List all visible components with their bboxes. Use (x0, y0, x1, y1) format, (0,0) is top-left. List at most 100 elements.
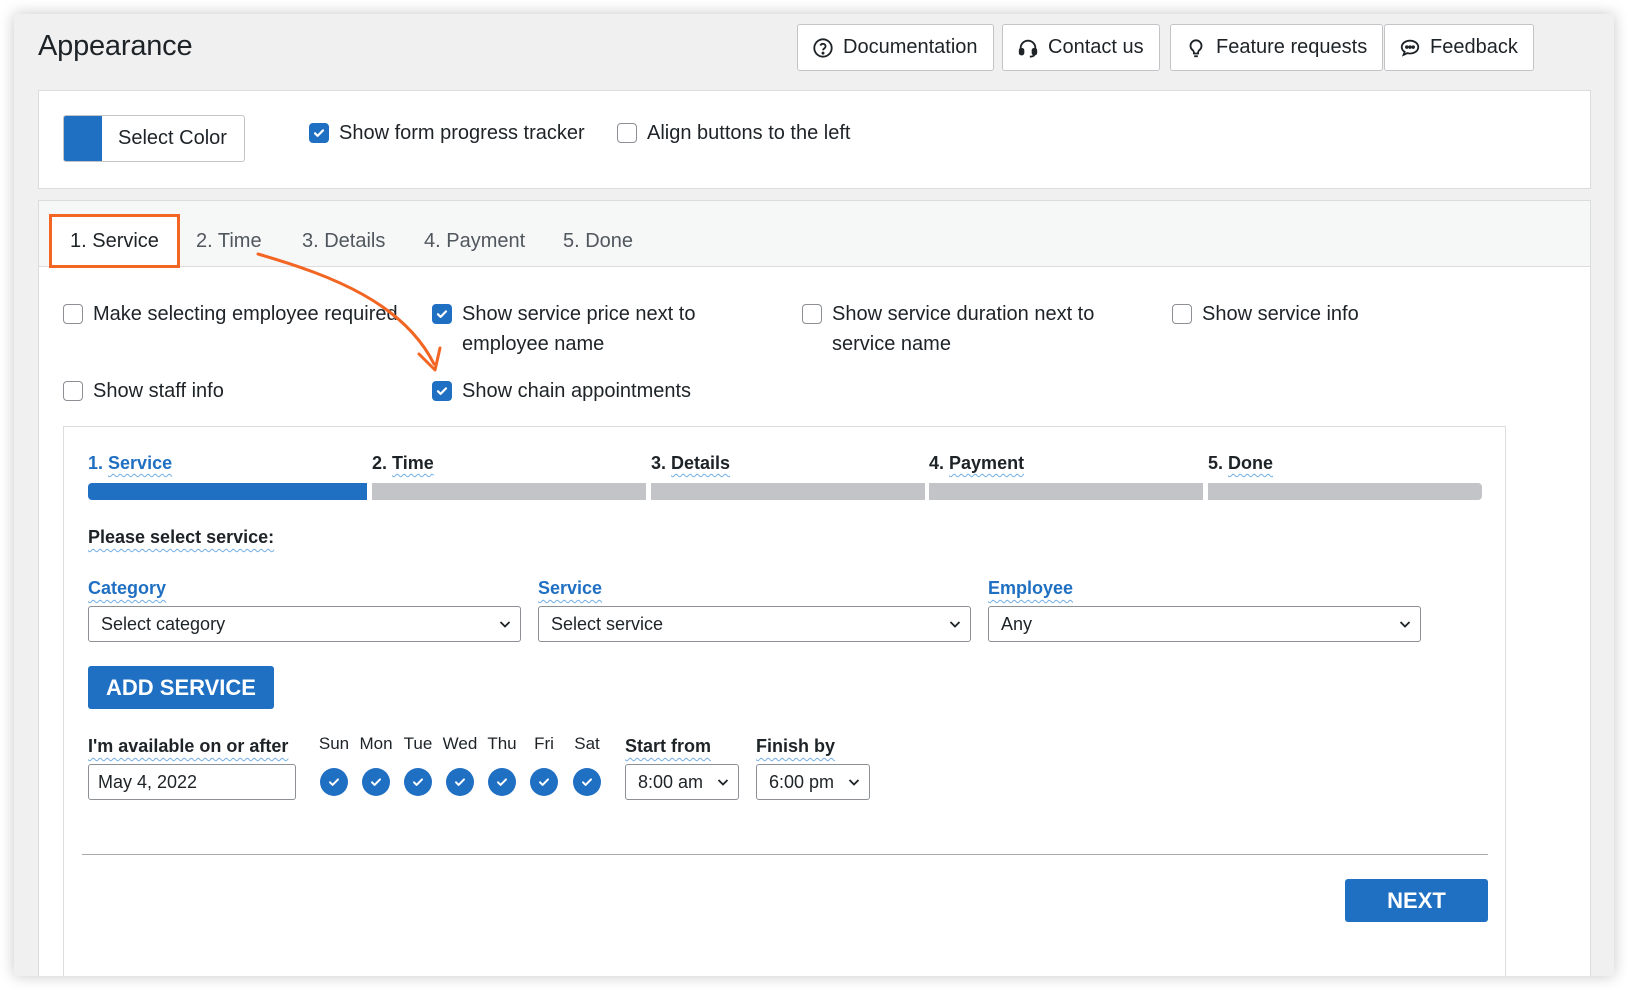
show-progress-tracker-label: Show form progress tracker (339, 122, 585, 144)
price-next-to-employee-checkbox[interactable] (432, 304, 452, 324)
chain-appointments-option[interactable]: Show chain appointments (432, 376, 691, 406)
lightbulb-icon (1189, 38, 1203, 57)
category-label: Category (88, 578, 167, 598)
day-label-thu: Thu (487, 734, 517, 753)
checkmark-icon (329, 778, 339, 786)
checkmark-icon (371, 778, 381, 786)
progress-bar-segment (1208, 483, 1482, 500)
tab-details[interactable]: 3. Details (282, 215, 405, 267)
day-label-sat: Sat (574, 734, 600, 753)
service-value: Select service (551, 613, 664, 634)
progress-step-done: 5. Done (1208, 453, 1274, 473)
day-label-sun: Sun (318, 734, 350, 753)
day-checkbox-fri[interactable] (530, 768, 558, 796)
chain-appointments-label: Show chain appointments (462, 380, 692, 402)
day-label-wed: Wed (442, 734, 478, 753)
day-checkbox-tue[interactable] (404, 768, 432, 796)
service-label: Service (538, 578, 603, 598)
day-checkbox-sat[interactable] (573, 768, 601, 796)
employee-label: Employee (988, 578, 1074, 598)
staff-info-label: Show staff info (93, 380, 224, 402)
day-label-mon: Mon (359, 734, 393, 753)
align-buttons-left-option[interactable]: Align buttons to the left (617, 118, 850, 148)
day-label-tue: Tue (403, 734, 433, 753)
step-tabs: 1. Service 2. Time 3. Details 4. Payment… (39, 201, 1590, 268)
service-info-label: Show service info (1202, 303, 1359, 325)
start-from-select[interactable]: 8:00 am (625, 764, 739, 800)
checkmark-icon (582, 778, 592, 786)
align-buttons-left-checkbox[interactable] (617, 123, 637, 143)
duration-next-to-service-option[interactable]: Show service duration next to service na… (802, 299, 1094, 359)
contact-us-button[interactable]: Contact us (1002, 24, 1160, 71)
progress-step-time: 2. Time (372, 453, 434, 473)
staff-info-option[interactable]: Show staff info (63, 376, 224, 406)
add-service-button[interactable]: ADD SERVICE (88, 666, 274, 709)
service-info-option[interactable]: Show service info (1172, 299, 1359, 329)
day-checkbox-thu[interactable] (488, 768, 516, 796)
employee-value: Any (1001, 613, 1033, 634)
chevron-down-icon (848, 779, 860, 786)
available-after-label: I'm available on or after (88, 736, 289, 756)
checkmark-icon (539, 778, 549, 786)
employee-required-option[interactable]: Make selecting employee required (63, 299, 398, 329)
progress-step-service: 1. Service (88, 453, 173, 473)
contact-us-label: Contact us (1048, 36, 1144, 58)
finish-by-select[interactable]: 6:00 pm (756, 764, 870, 800)
employee-select[interactable]: Any (988, 606, 1421, 642)
tab-service[interactable]: 1. Service (49, 214, 180, 268)
checkmark-icon (436, 387, 448, 395)
chat-bubble-icon (1400, 39, 1420, 57)
checkmark-icon (436, 310, 448, 318)
chain-appointments-checkbox[interactable] (432, 381, 452, 401)
day-checkbox-wed[interactable] (446, 768, 474, 796)
booking-form-preview: 1. Service 2. Time 3. Details 4. Payment… (63, 426, 1506, 976)
next-button[interactable]: NEXT (1345, 879, 1488, 922)
staff-info-checkbox[interactable] (63, 381, 83, 401)
color-swatch (64, 116, 102, 161)
date-input[interactable]: May 4, 2022 (88, 764, 296, 800)
select-service-prompt: Please select service: (88, 527, 275, 547)
progress-bar-segment (651, 483, 925, 500)
show-progress-tracker-checkbox[interactable] (309, 123, 329, 143)
checkmark-icon (455, 778, 465, 786)
form-steps-card: 1. Service 2. Time 3. Details 4. Payment… (38, 200, 1591, 976)
start-from-label: Start from (625, 736, 712, 756)
feedback-button[interactable]: Feedback (1384, 24, 1534, 71)
checkmark-icon (413, 778, 423, 786)
feedback-label: Feedback (1430, 36, 1518, 58)
form-divider (82, 854, 1488, 855)
tab-time[interactable]: 2. Time (176, 215, 282, 267)
progress-bar-segment (372, 483, 646, 500)
duration-next-to-service-label: Show service duration next to service na… (832, 303, 1095, 355)
service-select[interactable]: Select service (538, 606, 971, 642)
day-checkbox-mon[interactable] (362, 768, 390, 796)
service-info-checkbox[interactable] (1172, 304, 1192, 324)
progress-bar-segment (929, 483, 1203, 500)
appearance-window: Appearance Documentation Contact us Feat… (14, 14, 1614, 976)
day-checkbox-sun[interactable] (320, 768, 348, 796)
documentation-label: Documentation (843, 36, 978, 58)
question-circle-icon (813, 37, 833, 58)
duration-next-to-service-checkbox[interactable] (802, 304, 822, 324)
checkmark-icon (497, 778, 507, 786)
progress-step-payment: 4. Payment (929, 453, 1025, 473)
progress-bar-segment (88, 483, 367, 500)
tab-done[interactable]: 5. Done (543, 215, 653, 267)
progress-step-details: 3. Details (651, 453, 731, 473)
feature-requests-button[interactable]: Feature requests (1170, 24, 1384, 71)
employee-required-label: Make selecting employee required (93, 303, 398, 325)
employee-required-checkbox[interactable] (63, 304, 83, 324)
show-progress-tracker-option[interactable]: Show form progress tracker (309, 118, 585, 148)
category-select[interactable]: Select category (88, 606, 521, 642)
category-value: Select category (101, 613, 226, 634)
chevron-down-icon (499, 621, 511, 628)
documentation-button[interactable]: Documentation (797, 24, 994, 71)
select-color-button[interactable]: Select Color (63, 115, 245, 162)
price-next-to-employee-option[interactable]: Show service price next to employee name (432, 299, 695, 359)
finish-by-label: Finish by (756, 736, 836, 756)
headset-icon (1018, 39, 1038, 58)
select-color-label: Select Color (118, 127, 227, 149)
tab-payment[interactable]: 4. Payment (404, 215, 545, 267)
finish-by-value: 6:00 pm (769, 771, 835, 792)
chevron-down-icon (1399, 621, 1411, 628)
